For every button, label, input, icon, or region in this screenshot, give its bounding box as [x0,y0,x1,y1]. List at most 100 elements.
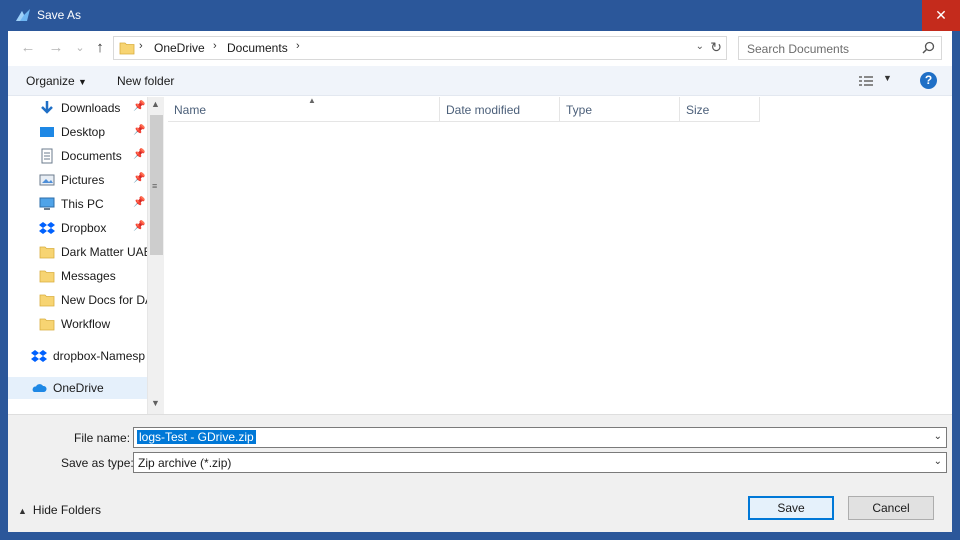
download-arrow-icon [41,101,53,114]
nav-item-label: Workflow [61,317,111,331]
refresh-icon[interactable]: ↻ [710,39,722,56]
save-type-label: Save as type: [61,456,134,470]
view-details-icon[interactable] [858,74,874,88]
nav-item-new-docs-for-da[interactable]: New Docs for DA [8,289,153,311]
nav-item-label: Dropbox [61,221,107,235]
dropbox-icon [31,350,47,362]
nav-item-label: This PC [61,197,104,211]
file-name-field[interactable]: logs-Test - GDrive.zip ⌄ [133,427,947,448]
close-button[interactable]: ✕ [922,0,960,31]
nav-item-dropbox[interactable]: Dropbox 📌 [8,217,148,239]
pin-icon: 📌 [133,197,146,208]
search-box[interactable]: Search Documents [738,36,942,60]
nav-item-label: Pictures [61,173,105,187]
nav-item-downloads[interactable]: Downloads 📌 [8,97,148,119]
caret-up-icon: ▲ [18,506,27,516]
search-input[interactable]: Search Documents [747,42,849,56]
column-label: Date modified [446,103,521,117]
nav-item-dropbox-namespace[interactable]: dropbox-Namesp [8,345,148,367]
save-type-select[interactable]: Zip archive (*.zip) ⌄ [133,452,947,473]
nav-item-documents[interactable]: Documents 📌 [8,145,148,167]
breadcrumb-onedrive[interactable]: OneDrive [154,41,205,55]
cancel-button[interactable]: Cancel [848,496,934,520]
column-label: Type [566,103,593,117]
nav-item-label: Documents [61,149,122,163]
breadcrumb-documents[interactable]: Documents [227,41,288,55]
folder-icon [119,42,135,55]
nav-item-label: dropbox-Namesp [53,349,146,363]
file-name-value[interactable]: logs-Test - GDrive.zip [137,430,256,444]
chevron-down-icon: ⌄ [75,42,85,54]
nav-item-onedrive[interactable]: OneDrive [8,377,147,399]
pin-icon: 📌 [133,221,146,232]
pin-icon: 📌 [133,101,146,112]
nav-item-label: Desktop [61,125,106,139]
nav-item-label: OneDrive [53,381,104,395]
close-icon: ✕ [935,7,947,23]
window-frame: Save As ✕ ← → ⌄ ↑ › OneDrive › Documents… [0,0,960,540]
folder-icon [39,294,55,307]
navigation-pane: Downloads 📌 Desktop 📌 Documents 📌 Pictur… [8,97,164,414]
nav-item-label: New Docs for DA [61,293,154,307]
address-bar[interactable]: › OneDrive › Documents › ⌄ ↻ [113,36,727,60]
chevron-down-icon: ▼ [78,77,87,87]
address-history-chevron-icon[interactable]: ⌄ [696,41,704,52]
back-arrow-icon: ← [20,39,36,56]
nav-item-label: Dark Matter UAE [61,245,152,259]
column-header-type[interactable]: Type [560,97,680,122]
command-bar: Organize ▼ New folder ▼ ? [8,66,952,96]
breadcrumb-separator-icon[interactable]: › [296,40,300,52]
breadcrumb-separator-icon[interactable]: › [139,40,143,52]
folder-icon [39,318,55,331]
recent-locations-button[interactable]: ⌄ [70,38,90,58]
column-header-name[interactable]: Name ▲ [168,96,440,122]
breadcrumb-separator-icon[interactable]: › [213,40,217,52]
save-button[interactable]: Save [748,496,834,520]
nav-item-workflow[interactable]: Workflow [8,313,148,335]
title-bar[interactable]: Save As ✕ [0,0,960,31]
app-icon [16,9,30,21]
chevron-down-icon[interactable]: ⌄ [934,456,942,467]
column-header-size[interactable]: Size [680,97,760,122]
onedrive-cloud-icon [32,384,47,392]
nav-item-messages[interactable]: Messages [8,265,148,287]
column-label: Name [174,103,207,117]
column-header-date-modified[interactable]: Date modified [440,97,560,122]
computer-icon [39,197,55,210]
nav-item-this-pc[interactable]: This PC 📌 [8,193,148,215]
chevron-down-icon[interactable]: ⌄ [934,431,942,442]
hide-folders-label: Hide Folders [32,503,101,517]
up-button[interactable]: ↑ [90,38,110,58]
nav-scrollbar[interactable]: ▲ ≡ ▼ [147,97,164,414]
forward-arrow-icon: → [48,39,64,56]
nav-item-dark-matter-uae[interactable]: Dark Matter UAE [8,241,152,263]
forward-button[interactable]: → [46,38,66,58]
pictures-icon [39,174,55,186]
scroll-down-icon[interactable]: ▼ [151,398,160,408]
nav-item-pictures[interactable]: Pictures 📌 [8,169,148,191]
sort-ascending-icon: ▲ [308,96,316,105]
help-button[interactable]: ? [920,72,937,89]
pin-icon: 📌 [133,173,146,184]
nav-item-desktop[interactable]: Desktop 📌 [8,121,148,143]
dropbox-icon [39,222,55,234]
desktop-icon [40,127,54,137]
up-arrow-icon: ↑ [96,39,104,56]
organize-label: Organize [26,74,75,88]
view-options-chevron-icon[interactable]: ▼ [883,73,892,83]
organize-button[interactable]: Organize ▼ [26,74,87,88]
file-list[interactable]: Name ▲ Date modified Type Size [165,96,952,414]
folder-icon [39,246,55,259]
back-button[interactable]: ← [18,38,38,58]
dialog-body: ← → ⌄ ↑ › OneDrive › Documents › ⌄ ↻ Sea… [8,31,952,532]
pin-icon: 📌 [133,149,146,160]
new-folder-button[interactable]: New folder [117,74,174,88]
scroll-up-icon[interactable]: ▲ [151,99,160,109]
window-title: Save As [37,8,82,22]
search-icon [922,41,935,54]
hide-folders-button[interactable]: ▲ Hide Folders [18,503,101,517]
column-label: Size [686,103,710,117]
file-name-label: File name: [74,431,131,445]
save-type-value: Zip archive (*.zip) [138,456,232,470]
save-form: File name: logs-Test - GDrive.zip ⌄ Save… [8,414,952,532]
